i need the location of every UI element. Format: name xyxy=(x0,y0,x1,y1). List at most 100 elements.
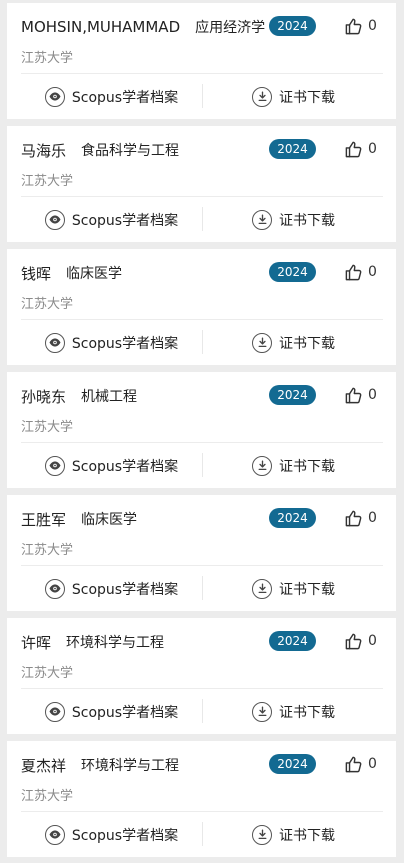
scopus-profile-button[interactable]: Scopus学者档案 xyxy=(7,689,202,734)
card-actions: Scopus学者档案 证书下载 xyxy=(7,443,396,488)
like-count: 0 xyxy=(368,264,377,280)
eye-icon xyxy=(44,578,65,599)
name-row: 孙晓东 机械工程 xyxy=(21,384,137,408)
thumbs-up-icon xyxy=(344,17,363,36)
scholar-card[interactable]: 王胜军 临床医学 2024 0 江苏大学 Scopus学者档案 证书下载 xyxy=(7,495,396,611)
eye-icon xyxy=(44,455,65,476)
scholar-card[interactable]: 钱晖 临床医学 2024 0 江苏大学 Scopus学者档案 证书下载 xyxy=(7,249,396,365)
certificate-download-button[interactable]: 证书下载 xyxy=(203,566,396,611)
certificate-label: 证书下载 xyxy=(279,704,335,721)
eye-icon xyxy=(44,332,65,353)
scholar-card[interactable]: 夏杰祥 环境科学与工程 2024 0 江苏大学 Scopus学者档案 证书下载 xyxy=(7,741,396,857)
scopus-profile-button[interactable]: Scopus学者档案 xyxy=(7,566,202,611)
like-button[interactable]: 0 xyxy=(344,261,377,283)
scholar-major: 环境科学与工程 xyxy=(66,635,165,651)
certificate-label: 证书下载 xyxy=(279,89,335,106)
name-row: 钱晖 临床医学 xyxy=(21,261,122,285)
thumbs-up-icon xyxy=(344,632,363,651)
card-actions: Scopus学者档案 证书下载 xyxy=(7,689,396,734)
like-button[interactable]: 0 xyxy=(344,384,377,406)
like-count: 0 xyxy=(368,387,377,403)
certificate-download-button[interactable]: 证书下载 xyxy=(203,812,396,857)
thumbs-up-icon xyxy=(344,509,363,528)
like-button[interactable]: 0 xyxy=(344,138,377,160)
year-badge: 2024 xyxy=(269,631,316,651)
university-name: 江苏大学 xyxy=(21,420,74,435)
thumbs-up-icon xyxy=(344,755,363,774)
certificate-label: 证书下载 xyxy=(279,212,335,229)
university-name: 江苏大学 xyxy=(21,51,74,66)
name-row: 王胜军 临床医学 xyxy=(21,507,137,531)
like-count: 0 xyxy=(368,633,377,649)
scholar-name: 孙晓东 xyxy=(21,387,67,406)
certificate-label: 证书下载 xyxy=(279,335,335,352)
like-count: 0 xyxy=(368,141,377,157)
scopus-profile-button[interactable]: Scopus学者档案 xyxy=(7,320,202,365)
university-name: 江苏大学 xyxy=(21,174,74,189)
scholar-name: 王胜军 xyxy=(21,510,67,529)
year-badge: 2024 xyxy=(269,262,316,282)
scopus-label: Scopus学者档案 xyxy=(71,704,179,721)
scholar-card[interactable]: 马海乐 食品科学与工程 2024 0 江苏大学 Scopus学者档案 证书下载 xyxy=(7,126,396,242)
scopus-label: Scopus学者档案 xyxy=(71,581,179,598)
scopus-profile-button[interactable]: Scopus学者档案 xyxy=(7,443,202,488)
certificate-download-button[interactable]: 证书下载 xyxy=(203,320,396,365)
scholar-major: 临床医学 xyxy=(66,266,123,282)
certificate-download-button[interactable]: 证书下载 xyxy=(203,197,396,242)
scholar-name: 许晖 xyxy=(21,633,52,652)
university-name: 江苏大学 xyxy=(21,297,74,312)
scholar-name: 马海乐 xyxy=(21,141,67,160)
download-icon xyxy=(252,824,272,845)
like-count: 0 xyxy=(368,510,377,526)
year-badge: 2024 xyxy=(269,139,316,159)
certificate-download-button[interactable]: 证书下载 xyxy=(203,74,396,119)
scholar-major: 机械工程 xyxy=(81,389,138,405)
card-actions: Scopus学者档案 证书下载 xyxy=(7,812,396,857)
university-name: 江苏大学 xyxy=(21,789,74,804)
certificate-download-button[interactable]: 证书下载 xyxy=(203,443,396,488)
name-row: 夏杰祥 环境科学与工程 xyxy=(21,753,179,777)
name-row: 马海乐 食品科学与工程 xyxy=(21,138,179,162)
eye-icon xyxy=(44,209,65,230)
year-badge: 2024 xyxy=(269,754,316,774)
university-name: 江苏大学 xyxy=(21,543,74,558)
certificate-label: 证书下载 xyxy=(279,581,335,598)
scopus-label: Scopus学者档案 xyxy=(71,458,179,475)
like-count: 0 xyxy=(368,756,377,772)
scholar-major: 环境科学与工程 xyxy=(81,758,180,774)
thumbs-up-icon xyxy=(344,386,363,405)
thumbs-up-icon xyxy=(344,140,363,159)
like-button[interactable]: 0 xyxy=(344,15,377,37)
scholar-card-list: MOHSIN,MUHAMMAD 应用经济学 2024 0 江苏大学 Scopus… xyxy=(0,0,404,863)
name-row: 许晖 环境科学与工程 xyxy=(21,630,164,654)
scholar-major: 食品科学与工程 xyxy=(81,143,180,159)
card-actions: Scopus学者档案 证书下载 xyxy=(7,320,396,365)
like-count: 0 xyxy=(368,18,377,34)
scholar-major: 应用经济学 xyxy=(195,20,266,36)
scopus-label: Scopus学者档案 xyxy=(71,335,179,352)
eye-icon xyxy=(44,701,65,722)
scholar-name: 钱晖 xyxy=(21,264,52,283)
scholar-card[interactable]: MOHSIN,MUHAMMAD 应用经济学 2024 0 江苏大学 Scopus… xyxy=(7,3,396,119)
like-button[interactable]: 0 xyxy=(344,507,377,529)
name-row: MOHSIN,MUHAMMAD 应用经济学 xyxy=(21,15,265,39)
like-button[interactable]: 0 xyxy=(344,630,377,652)
scopus-profile-button[interactable]: Scopus学者档案 xyxy=(7,74,202,119)
scopus-label: Scopus学者档案 xyxy=(71,89,179,106)
certificate-label: 证书下载 xyxy=(279,827,335,844)
scopus-profile-button[interactable]: Scopus学者档案 xyxy=(7,812,202,857)
like-button[interactable]: 0 xyxy=(344,753,377,775)
download-icon xyxy=(252,455,272,476)
scholar-major: 临床医学 xyxy=(81,512,138,528)
university-name: 江苏大学 xyxy=(21,666,74,681)
scopus-label: Scopus学者档案 xyxy=(71,827,179,844)
scholar-card[interactable]: 孙晓东 机械工程 2024 0 江苏大学 Scopus学者档案 证书下载 xyxy=(7,372,396,488)
eye-icon xyxy=(44,86,65,107)
year-badge: 2024 xyxy=(269,508,316,528)
scopus-profile-button[interactable]: Scopus学者档案 xyxy=(7,197,202,242)
download-icon xyxy=(252,332,272,353)
certificate-download-button[interactable]: 证书下载 xyxy=(203,689,396,734)
scholar-card[interactable]: 许晖 环境科学与工程 2024 0 江苏大学 Scopus学者档案 证书下载 xyxy=(7,618,396,734)
card-actions: Scopus学者档案 证书下载 xyxy=(7,197,396,242)
year-badge: 2024 xyxy=(269,16,316,36)
